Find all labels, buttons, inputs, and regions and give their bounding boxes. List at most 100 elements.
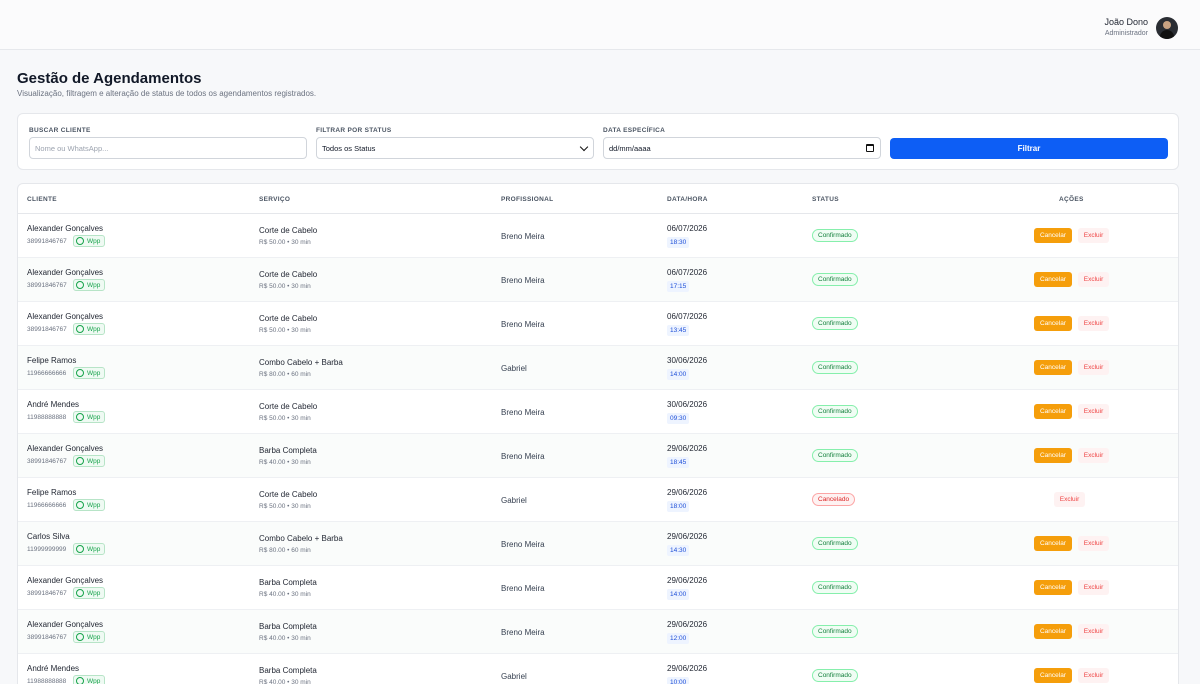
appointment-time: 14:00 bbox=[667, 589, 690, 600]
whatsapp-button[interactable]: Wpp bbox=[73, 543, 106, 555]
avatar[interactable] bbox=[1156, 17, 1178, 39]
appointment-date: 29/06/2026 bbox=[667, 488, 708, 497]
whatsapp-button[interactable]: Wpp bbox=[73, 631, 106, 643]
service-name: Corte de Cabelo bbox=[259, 402, 318, 411]
appointment-date: 29/06/2026 bbox=[667, 664, 708, 673]
appointment-date: 06/07/2026 bbox=[667, 224, 708, 233]
service-info: R$ 40.00 • 30 min bbox=[259, 635, 311, 642]
status-select[interactable]: Todos os Status bbox=[316, 137, 594, 159]
appointment-time: 17:15 bbox=[667, 281, 690, 292]
whatsapp-button[interactable]: Wpp bbox=[73, 411, 106, 423]
whatsapp-button[interactable]: Wpp bbox=[73, 367, 106, 379]
client-phone: 38991846767 bbox=[27, 458, 67, 465]
delete-button[interactable]: Excluir bbox=[1054, 492, 1085, 507]
appointment-date: 06/07/2026 bbox=[667, 312, 708, 321]
status-badge: Confirmado bbox=[812, 405, 858, 418]
cancel-button[interactable]: Cancelar bbox=[1034, 272, 1072, 287]
table-row: Felipe Ramos 11966666666 Wpp Combo Cabelo +… bbox=[18, 346, 1178, 390]
whatsapp-button[interactable]: Wpp bbox=[73, 587, 106, 599]
service-info: R$ 80.00 • 60 min bbox=[259, 547, 311, 554]
filter-button[interactable]: Filtrar bbox=[890, 138, 1168, 159]
cancel-button[interactable]: Cancelar bbox=[1034, 316, 1072, 331]
client-name: Alexander Gonçalves bbox=[27, 312, 104, 321]
whatsapp-button[interactable]: Wpp bbox=[73, 499, 106, 511]
calendar-icon[interactable] bbox=[866, 144, 874, 152]
service-name: Combo Cabelo + Barba bbox=[259, 534, 343, 543]
delete-button[interactable]: Excluir bbox=[1078, 404, 1109, 419]
appointment-time: 12:00 bbox=[667, 633, 690, 644]
service-name: Combo Cabelo + Barba bbox=[259, 358, 343, 367]
delete-button[interactable]: Excluir bbox=[1078, 360, 1109, 375]
search-label: BUSCAR CLIENTE bbox=[29, 127, 91, 134]
whatsapp-label: Wpp bbox=[87, 237, 101, 245]
whatsapp-button[interactable]: Wpp bbox=[73, 279, 106, 291]
cancel-button[interactable]: Cancelar bbox=[1034, 360, 1072, 375]
professional-name: Breno Meira bbox=[501, 408, 545, 417]
service-info: R$ 40.00 • 30 min bbox=[259, 459, 311, 466]
table-row: Felipe Ramos 11966666666 Wpp Corte de Cabel… bbox=[18, 478, 1178, 522]
delete-button[interactable]: Excluir bbox=[1078, 668, 1109, 683]
professional-name: Breno Meira bbox=[501, 540, 545, 549]
appointment-time: 09:30 bbox=[667, 413, 690, 424]
table-row: Alexander Gonçalves 38991846767 Wpp Barba C… bbox=[18, 566, 1178, 610]
delete-button[interactable]: Excluir bbox=[1078, 448, 1109, 463]
client-name: Felipe Ramos bbox=[27, 488, 77, 497]
search-input[interactable]: Nome ou WhatsApp... bbox=[29, 137, 307, 159]
cancel-button[interactable]: Cancelar bbox=[1034, 536, 1072, 551]
whatsapp-button[interactable]: Wpp bbox=[73, 235, 106, 247]
date-input[interactable]: dd/mm/aaaa bbox=[603, 137, 881, 159]
user-name: João Dono bbox=[1104, 17, 1148, 27]
status-badge: Confirmado bbox=[812, 273, 858, 286]
whatsapp-label: Wpp bbox=[87, 281, 101, 289]
status-badge: Confirmado bbox=[812, 361, 858, 374]
delete-button[interactable]: Excluir bbox=[1078, 316, 1109, 331]
cancel-button[interactable]: Cancelar bbox=[1034, 228, 1072, 243]
appointment-time: 18:00 bbox=[667, 501, 690, 512]
cancel-button[interactable]: Cancelar bbox=[1034, 668, 1072, 683]
whatsapp-button[interactable]: Wpp bbox=[73, 323, 106, 335]
client-phone: 38991846767 bbox=[27, 590, 67, 597]
service-name: Barba Completa bbox=[259, 622, 317, 631]
client-phone: 11999999999 bbox=[27, 546, 67, 553]
col-status: STATUS bbox=[812, 196, 839, 203]
appointment-time: 13:45 bbox=[667, 325, 690, 336]
service-info: R$ 50.00 • 30 min bbox=[259, 503, 311, 510]
client-name: Alexander Gonçalves bbox=[27, 576, 104, 585]
whatsapp-button[interactable]: Wpp bbox=[73, 675, 106, 684]
whatsapp-icon bbox=[76, 589, 84, 597]
cancel-button[interactable]: Cancelar bbox=[1034, 448, 1072, 463]
delete-button[interactable]: Excluir bbox=[1078, 536, 1109, 551]
appointment-time: 18:30 bbox=[667, 237, 690, 248]
service-info: R$ 50.00 • 30 min bbox=[259, 415, 311, 422]
col-client: CLIENTE bbox=[27, 196, 57, 203]
delete-button[interactable]: Excluir bbox=[1078, 580, 1109, 595]
professional-name: Breno Meira bbox=[501, 232, 545, 241]
delete-button[interactable]: Excluir bbox=[1078, 624, 1109, 639]
client-name: André Mendes bbox=[27, 400, 80, 409]
delete-button[interactable]: Excluir bbox=[1078, 228, 1109, 243]
col-service: SERVIÇO bbox=[259, 196, 291, 203]
whatsapp-button[interactable]: Wpp bbox=[73, 455, 106, 467]
whatsapp-icon bbox=[76, 677, 84, 684]
service-name: Corte de Cabelo bbox=[259, 270, 318, 279]
client-phone: 11988888888 bbox=[27, 678, 67, 684]
cancel-button[interactable]: Cancelar bbox=[1034, 404, 1072, 419]
whatsapp-label: Wpp bbox=[87, 677, 101, 684]
appointment-date: 30/06/2026 bbox=[667, 400, 708, 409]
top-bar: João Dono Administrador bbox=[0, 0, 1200, 50]
service-name: Barba Completa bbox=[259, 666, 317, 675]
cancel-button[interactable]: Cancelar bbox=[1034, 580, 1072, 595]
status-badge: Confirmado bbox=[812, 317, 858, 330]
delete-button[interactable]: Excluir bbox=[1078, 272, 1109, 287]
cancel-button[interactable]: Cancelar bbox=[1034, 624, 1072, 639]
professional-name: Breno Meira bbox=[501, 452, 545, 461]
professional-name: Breno Meira bbox=[501, 276, 545, 285]
col-actions: AÇÕES bbox=[1059, 196, 1084, 203]
filter-panel: BUSCAR CLIENTE Nome ou WhatsApp... FILTR… bbox=[17, 113, 1179, 170]
table-row: Alexander Gonçalves 38991846767 Wpp Corte d… bbox=[18, 214, 1178, 258]
status-badge: Confirmado bbox=[812, 537, 858, 550]
status-badge: Confirmado bbox=[812, 229, 858, 242]
service-info: R$ 40.00 • 30 min bbox=[259, 591, 311, 598]
user-menu[interactable]: João Dono Administrador bbox=[1104, 17, 1178, 39]
client-name: Carlos Silva bbox=[27, 532, 70, 541]
